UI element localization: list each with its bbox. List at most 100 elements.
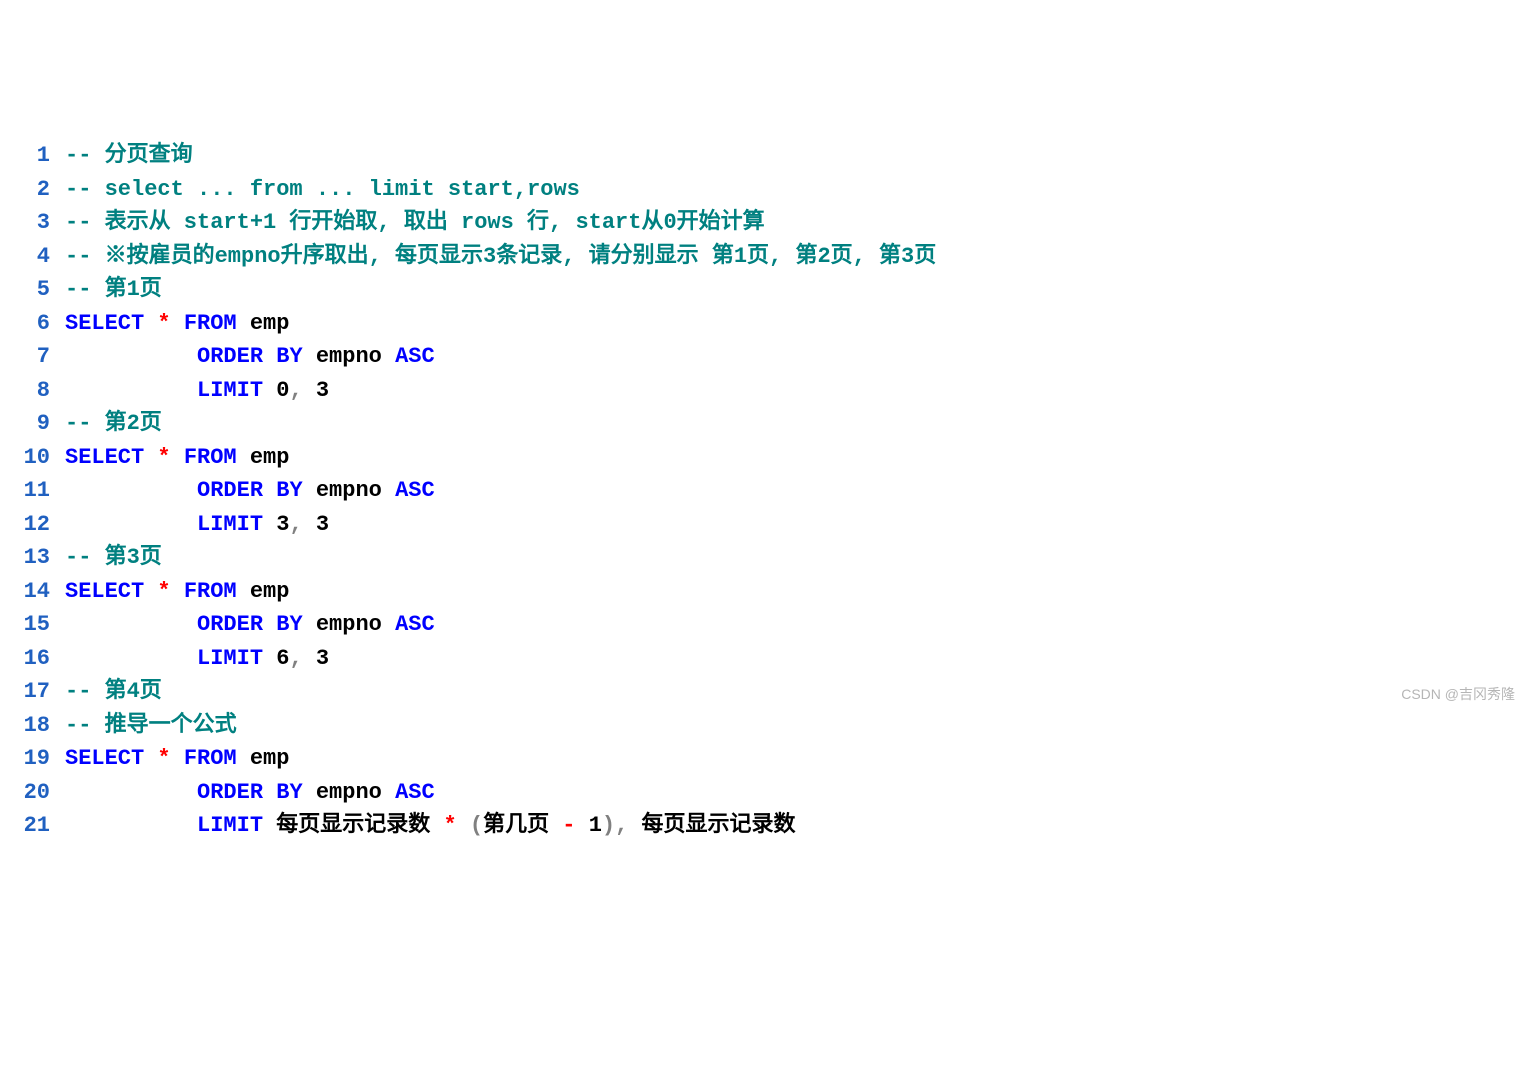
number: 3 xyxy=(316,378,329,403)
keyword-orderby: ORDER BY xyxy=(197,344,303,369)
comment: -- select ... from ... limit start,rows xyxy=(65,177,580,202)
line-number: 19 xyxy=(0,742,50,776)
star-operator: * xyxy=(157,445,170,470)
identifier: emp xyxy=(250,311,290,336)
code-line: LIMIT 0, 3 xyxy=(65,374,1525,408)
keyword-orderby: ORDER BY xyxy=(197,478,303,503)
code-line: ORDER BY empno ASC xyxy=(65,776,1525,810)
identifier: emp xyxy=(250,445,290,470)
keyword-limit: LIMIT xyxy=(197,378,263,403)
keyword-from: FROM xyxy=(184,311,237,336)
code-line: ORDER BY empno ASC xyxy=(65,340,1525,374)
line-number: 8 xyxy=(0,374,50,408)
comment: -- ※按雇员的empno升序取出, 每页显示3条记录, 请分别显示 第1页, … xyxy=(65,244,936,269)
text: 第几页 xyxy=(483,813,549,838)
code-line: -- ※按雇员的empno升序取出, 每页显示3条记录, 请分别显示 第1页, … xyxy=(65,240,1525,274)
number: 6 xyxy=(276,646,289,671)
code-line: -- 分页查询 xyxy=(65,139,1525,173)
keyword-select: SELECT xyxy=(65,579,144,604)
identifier: empno xyxy=(316,780,382,805)
code-line: LIMIT 每页显示记录数 * (第几页 - 1), 每页显示记录数 xyxy=(65,809,1525,843)
line-number: 10 xyxy=(0,441,50,475)
number: 3 xyxy=(316,512,329,537)
star-operator: * xyxy=(157,746,170,771)
keyword-from: FROM xyxy=(184,746,237,771)
identifier: emp xyxy=(250,746,290,771)
text: 每页显示记录数 xyxy=(276,813,430,838)
line-number: 9 xyxy=(0,407,50,441)
line-number-gutter: 123456789101112131415161718192021 xyxy=(0,139,65,843)
keyword-from: FROM xyxy=(184,445,237,470)
code-line: ORDER BY empno ASC xyxy=(65,474,1525,508)
comma: , xyxy=(289,646,302,671)
keyword-asc: ASC xyxy=(395,612,435,637)
comma: , xyxy=(615,813,628,838)
line-number: 15 xyxy=(0,608,50,642)
line-number: 12 xyxy=(0,508,50,542)
number: 3 xyxy=(316,646,329,671)
code-line: SELECT * FROM emp xyxy=(65,441,1525,475)
comment: -- 推导一个公式 xyxy=(65,713,237,738)
code-line: -- select ... from ... limit start,rows xyxy=(65,173,1525,207)
line-number: 1 xyxy=(0,139,50,173)
code-line: ORDER BY empno ASC xyxy=(65,608,1525,642)
keyword-asc: ASC xyxy=(395,780,435,805)
line-number: 13 xyxy=(0,541,50,575)
comment: -- 第4页 xyxy=(65,679,162,704)
comment: -- 第1页 xyxy=(65,277,162,302)
line-number: 18 xyxy=(0,709,50,743)
code-line: SELECT * FROM emp xyxy=(65,307,1525,341)
code-line: SELECT * FROM emp xyxy=(65,742,1525,776)
comment: -- 第2页 xyxy=(65,411,162,436)
keyword-select: SELECT xyxy=(65,311,144,336)
watermark: CSDN @吉冈秀隆 xyxy=(1401,678,1515,712)
code-line: LIMIT 3, 3 xyxy=(65,508,1525,542)
keyword-asc: ASC xyxy=(395,344,435,369)
line-number: 6 xyxy=(0,307,50,341)
identifier: empno xyxy=(316,344,382,369)
line-number: 17 xyxy=(0,675,50,709)
code-line: LIMIT 6, 3 xyxy=(65,642,1525,676)
minus-operator: - xyxy=(562,813,575,838)
star-operator: * xyxy=(443,813,456,838)
line-number: 7 xyxy=(0,340,50,374)
paren: ( xyxy=(470,813,483,838)
line-number: 16 xyxy=(0,642,50,676)
keyword-limit: LIMIT xyxy=(197,813,263,838)
number: 3 xyxy=(276,512,289,537)
identifier: emp xyxy=(250,579,290,604)
code-line: -- 表示从 start+1 行开始取, 取出 rows 行, start从0开… xyxy=(65,206,1525,240)
line-number: 11 xyxy=(0,474,50,508)
keyword-orderby: ORDER BY xyxy=(197,780,303,805)
line-number: 3 xyxy=(0,206,50,240)
line-number: 5 xyxy=(0,273,50,307)
number: 1 xyxy=(589,813,602,838)
code-area[interactable]: -- 分页查询 -- select ... from ... limit star… xyxy=(65,139,1525,843)
keyword-limit: LIMIT xyxy=(197,646,263,671)
text: 每页显示记录数 xyxy=(642,813,796,838)
code-line: -- 第2页 xyxy=(65,407,1525,441)
keyword-from: FROM xyxy=(184,579,237,604)
paren: ) xyxy=(602,813,615,838)
comma: , xyxy=(289,512,302,537)
code-line: SELECT * FROM emp xyxy=(65,575,1525,609)
keyword-orderby: ORDER BY xyxy=(197,612,303,637)
comment: -- 第3页 xyxy=(65,545,162,570)
keyword-select: SELECT xyxy=(65,445,144,470)
comment: -- 分页查询 xyxy=(65,143,193,168)
star-operator: * xyxy=(157,579,170,604)
line-number: 21 xyxy=(0,809,50,843)
line-number: 20 xyxy=(0,776,50,810)
comment: -- 表示从 start+1 行开始取, 取出 rows 行, start从0开… xyxy=(65,210,765,235)
line-number: 4 xyxy=(0,240,50,274)
code-line: -- 第4页 xyxy=(65,675,1525,709)
code-editor: 123456789101112131415161718192021 -- 分页查… xyxy=(0,139,1525,843)
number: 0 xyxy=(276,378,289,403)
comma: , xyxy=(289,378,302,403)
code-line: -- 第1页 xyxy=(65,273,1525,307)
code-line: -- 第3页 xyxy=(65,541,1525,575)
code-line: -- 推导一个公式 xyxy=(65,709,1525,743)
line-number: 14 xyxy=(0,575,50,609)
keyword-asc: ASC xyxy=(395,478,435,503)
line-number: 2 xyxy=(0,173,50,207)
